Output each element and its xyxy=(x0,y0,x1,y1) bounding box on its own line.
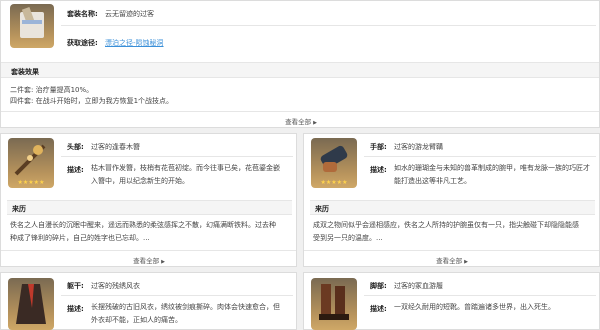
head-history-line-1: 佚名之人自漫长的沉眠中醒来，遥远而熟悉的柔弦感挥之不散，幻痛满断铁料。过去种 xyxy=(10,221,276,229)
feet-desc-label: 描述: xyxy=(370,305,387,313)
head-history-header: 来历 xyxy=(7,200,292,215)
hands-slot-value: 过客的游龙臂鞲 xyxy=(394,143,443,151)
bracer-image xyxy=(320,145,348,172)
hands-slot-label: 手部: xyxy=(370,143,387,151)
hands-view-all-label: 查看全部 xyxy=(436,257,463,265)
feet-piece-icon xyxy=(311,278,357,330)
body-desc-line-2: 外衣却不能，正如人的痛苦。 xyxy=(91,316,182,324)
head-piece-card: ★★★★★ 头部: 过客的逢春木簪 描述: 枯木冒作发簪，枝梢有花苞初绽。而今往… xyxy=(0,133,297,267)
head-slot-label: 头部: xyxy=(67,143,84,151)
set-artifact-image xyxy=(20,7,44,38)
divider xyxy=(1,250,296,251)
divider xyxy=(364,156,596,157)
set-name-label: 套装名称: xyxy=(67,10,98,18)
set-source-label: 获取途径: xyxy=(67,39,98,47)
hands-desc-line-2: 能打造出这等非凡工艺。 xyxy=(394,177,471,185)
hands-history-line-2: 受到另一只的温度。... xyxy=(313,234,383,242)
hairpin-image xyxy=(14,144,46,176)
set-source-link[interactable]: 漂泊之径-陨蚀秘洞 xyxy=(105,38,164,48)
hands-view-all-button[interactable]: 查看全部 ▶ xyxy=(412,255,492,265)
hands-desc-line-1: 如水的珊瑚金与未知的兽革制成的腕甲，唯有龙脉一族的巧匠才 xyxy=(394,164,590,172)
head-desc-label: 描述: xyxy=(67,166,84,174)
body-slot-label: 躯干: xyxy=(67,282,84,290)
hands-history-header: 来历 xyxy=(310,200,595,215)
hands-history-line-1: 成双之物间似乎会遥相感应，佚名之人所持的护腕虽仅有一只，指尖触碰下却隐隐能感 xyxy=(313,221,579,229)
feet-slot-label: 脚部: xyxy=(370,282,387,290)
feet-desc-line-1: 一双经久耐用的短靴。曾踏遍诸多世界，出入死生。 xyxy=(394,303,555,311)
hands-piece-card: ★★★★★ 手部: 过客的游龙臂鞲 描述: 如水的珊瑚金与未知的兽革制成的腕甲，… xyxy=(303,133,600,267)
body-piece-icon xyxy=(8,278,54,330)
set-effect-header: 套装效果 xyxy=(1,62,599,78)
body-desc-line-1: 长摆残破的古旧风衣，绣纹被剑痕撕碎。肉体会快速愈合，但 xyxy=(91,303,280,311)
head-view-all-label: 查看全部 xyxy=(133,257,160,265)
set-effect-title: 套装效果 xyxy=(11,68,39,76)
hands-star-rating: ★★★★★ xyxy=(320,179,348,186)
caret-right-icon: ▶ xyxy=(464,259,468,265)
head-piece-icon: ★★★★★ xyxy=(8,138,54,188)
set-icon xyxy=(10,4,54,48)
body-piece-card: 躯干: 过客的残绣风衣 描述: 长摆残破的古旧风衣，绣纹被剑痕撕碎。肉体会快速愈… xyxy=(0,272,297,330)
head-history-title: 来历 xyxy=(12,205,26,213)
head-slot-value: 过客的逢春木簪 xyxy=(91,143,140,151)
body-desc-label: 描述: xyxy=(67,305,84,313)
set-name-value: 云无留迹的过客 xyxy=(105,10,154,18)
head-desc-line-2: 入簪中，用以纪念新生的开始。 xyxy=(91,177,189,185)
divider xyxy=(61,25,596,26)
hands-history-title: 来历 xyxy=(315,205,329,213)
feet-piece-card: 脚部: 过客的冢血游履 描述: 一双经久耐用的短靴。曾踏遍诸多世界，出入死生。 xyxy=(303,272,600,330)
caret-right-icon: ▶ xyxy=(161,259,165,265)
coat-image xyxy=(16,284,46,324)
hands-desc-label: 描述: xyxy=(370,166,387,174)
divider xyxy=(364,295,596,296)
set-view-all-button[interactable]: 查看全部 ▶ xyxy=(261,116,341,126)
head-history-line-2: 种成了锋利的碎片，自己的姓字也已忘却。... xyxy=(10,234,150,242)
divider xyxy=(61,156,293,157)
caret-right-icon: ▶ xyxy=(313,120,317,126)
set-view-all-label: 查看全部 xyxy=(285,118,312,126)
divider xyxy=(1,111,599,112)
set-info-panel: 套装名称: 云无留迹的过客 获取途径: 漂泊之径-陨蚀秘洞 套装效果 二件套: … xyxy=(0,0,600,128)
four-piece-effect: 四件套: 在战斗开始时，立即为我方恢复1个战技点。 xyxy=(10,97,174,105)
hands-piece-icon: ★★★★★ xyxy=(311,138,357,188)
head-star-rating: ★★★★★ xyxy=(17,179,45,186)
feet-slot-value: 过客的冢血游履 xyxy=(394,282,443,290)
divider xyxy=(61,295,293,296)
divider xyxy=(304,250,599,251)
body-slot-value: 过客的残绣风衣 xyxy=(91,282,140,290)
head-desc-line-1: 枯木冒作发簪，枝梢有花苞初绽。而今往事已矣，花苞鎏金嵌 xyxy=(91,164,280,172)
two-piece-effect: 二件套: 治疗量提高10%。 xyxy=(10,86,94,94)
head-view-all-button[interactable]: 查看全部 ▶ xyxy=(109,255,189,265)
boots-image xyxy=(319,284,349,320)
